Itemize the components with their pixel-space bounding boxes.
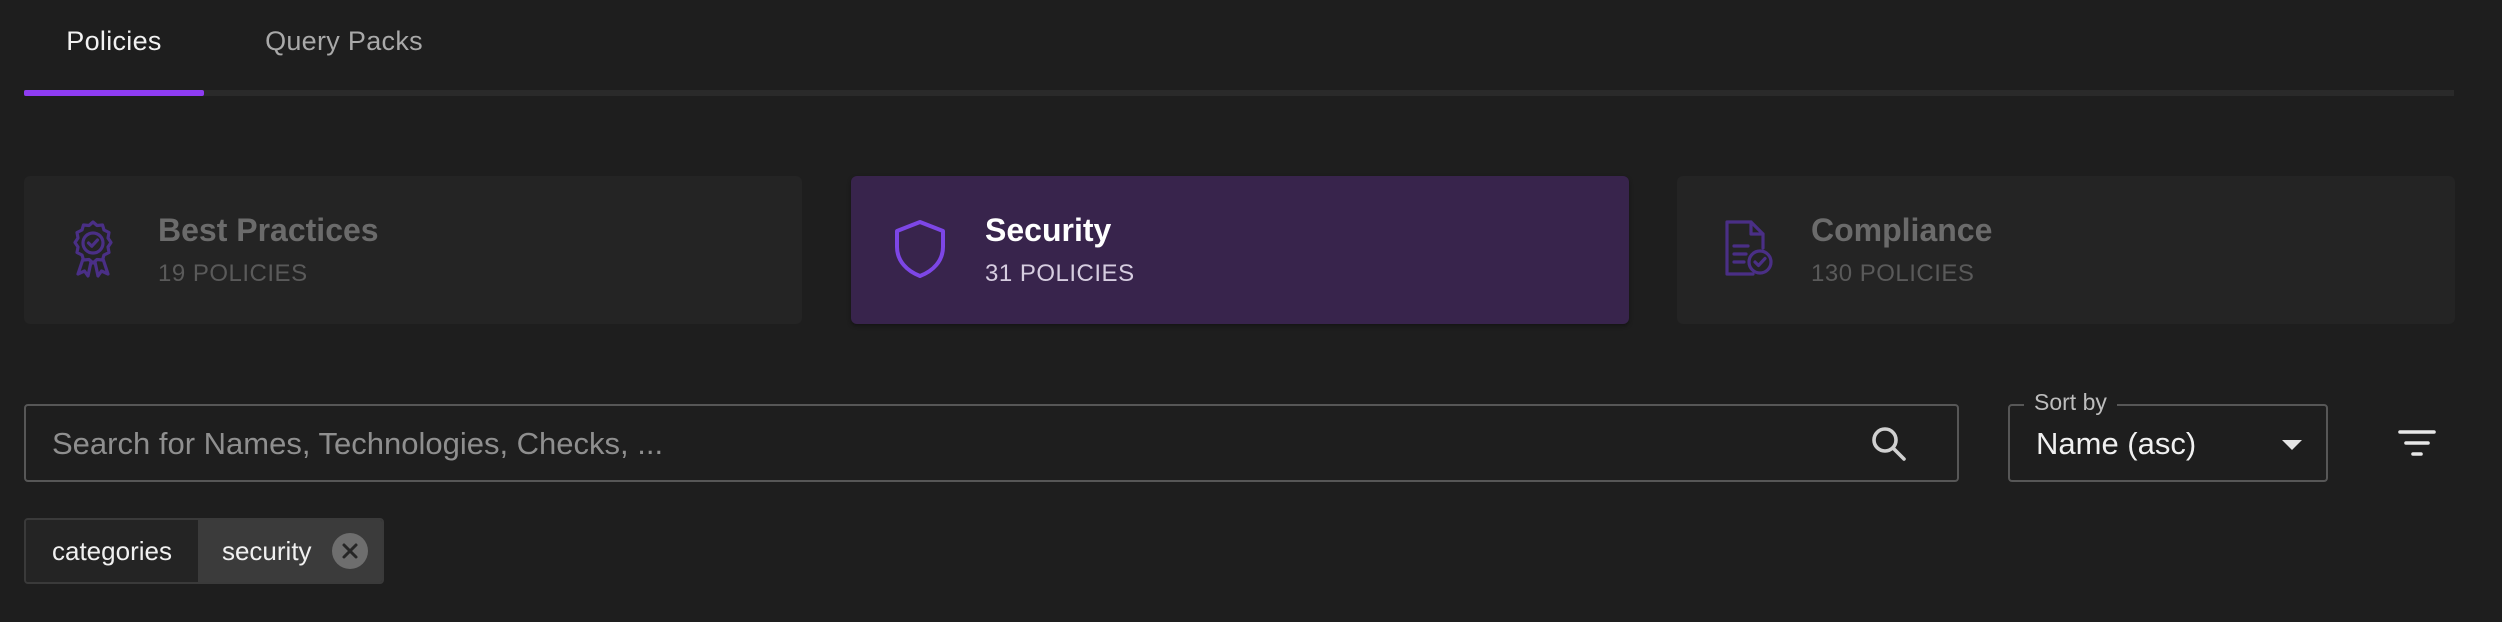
caret-down-icon	[2282, 440, 2302, 450]
tab-policies[interactable]: Policies	[24, 0, 204, 96]
filter-key: categories	[26, 520, 198, 582]
policies-page: Policies Query Packs Best Practices 19 P…	[0, 0, 2502, 622]
document-check-icon	[1725, 220, 1773, 276]
sort-select[interactable]: Sort by Name (asc)	[2008, 389, 2328, 482]
category-policy-count: 19 POLICIES	[158, 260, 308, 287]
close-circle-icon[interactable]	[331, 533, 368, 569]
category-title: Compliance	[1811, 212, 1993, 248]
award-ribbon-icon	[73, 220, 113, 278]
category-card-compliance[interactable]: Compliance 130 POLICIES	[1677, 176, 2455, 324]
sort-value: Name (asc)	[2036, 426, 2197, 461]
active-tab-indicator	[24, 90, 204, 96]
filter-icon[interactable]	[2392, 418, 2442, 468]
category-card-security[interactable]: Security 31 POLICIES	[851, 176, 1629, 324]
category-title: Best Practices	[158, 212, 379, 248]
shield-icon	[895, 220, 945, 278]
search-input[interactable]	[50, 406, 1834, 482]
search-icon[interactable]	[1869, 424, 1909, 464]
search-box	[24, 404, 1959, 482]
category-policy-count: 130 POLICIES	[1811, 260, 1975, 287]
category-title: Security	[985, 212, 1112, 248]
active-filter-chip: categories security	[24, 518, 384, 584]
tab-query-packs[interactable]: Query Packs	[224, 0, 464, 96]
sort-label: Sort by	[2024, 389, 2117, 416]
filter-value-label: security	[221, 535, 312, 566]
filter-value: security	[197, 520, 382, 582]
tab-bar: Policies Query Packs	[24, 0, 2454, 96]
category-policy-count: 31 POLICIES	[985, 260, 1135, 287]
category-card-best-practices[interactable]: Best Practices 19 POLICIES	[24, 176, 802, 324]
